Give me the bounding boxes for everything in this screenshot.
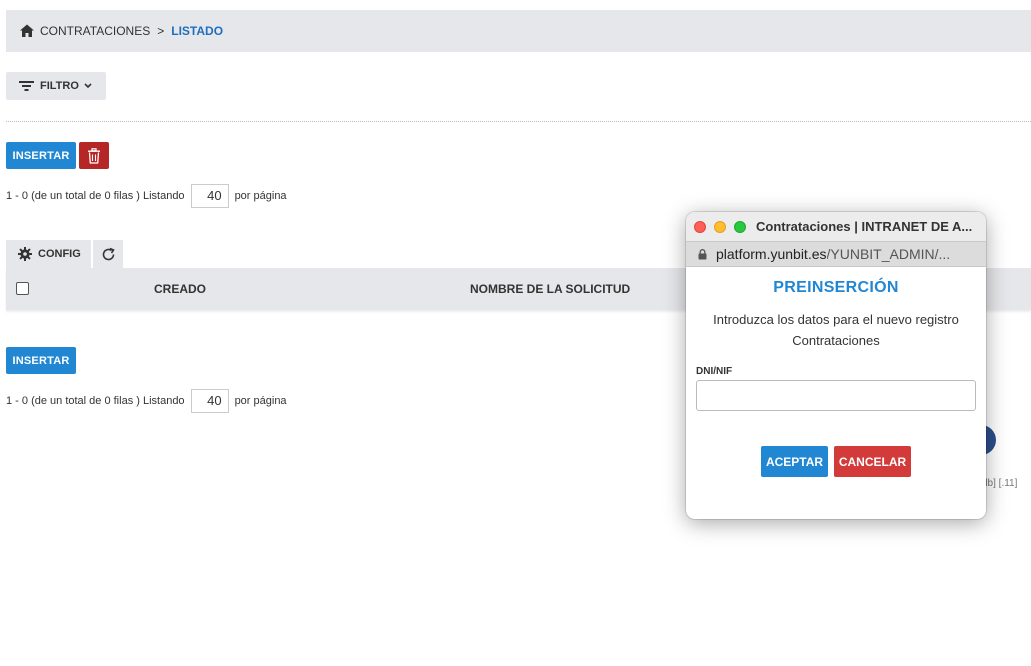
popup-heading: PREINSERCIÓN (773, 279, 899, 296)
breadcrumb-current: LISTADO (171, 24, 224, 38)
section-divider (6, 121, 1031, 122)
refresh-button[interactable] (93, 240, 123, 268)
version-text: db] [.11] (982, 478, 1018, 489)
gear-icon (18, 247, 32, 261)
popup-titlebar[interactable]: Contrataciones | INTRANET DE A... (686, 212, 986, 241)
config-label: CONFIG (38, 248, 81, 260)
url-path: /YUNBIT_ADMIN/... (826, 246, 951, 262)
minimize-window-icon[interactable] (714, 220, 726, 233)
column-header-creado[interactable]: CREADO (154, 282, 206, 296)
filter-label: FILTRO (40, 80, 79, 92)
cancel-button[interactable]: CANCELAR (834, 446, 911, 477)
insert-button-bottom[interactable]: INSERTAR (6, 347, 76, 374)
accept-button[interactable]: ACEPTAR (761, 446, 828, 477)
pagination-summary: 1 - 0 (de un total de 0 filas ) Listando (6, 190, 185, 202)
column-header-nombre[interactable]: NOMBRE DE LA SOLICITUD (470, 282, 630, 296)
popup-window-title: Contrataciones | INTRANET DE A... (756, 219, 973, 234)
insert-button[interactable]: INSERTAR (6, 142, 76, 169)
config-button[interactable]: CONFIG (6, 240, 91, 268)
chevron-down-icon (84, 83, 92, 89)
dni-nif-input[interactable] (696, 380, 976, 411)
per-page-input[interactable]: 40 (190, 184, 229, 208)
trash-icon (88, 147, 100, 164)
close-window-icon[interactable] (694, 220, 706, 233)
pagination-top: 1 - 0 (de un total de 0 filas ) Listando… (6, 184, 287, 208)
popup-description: Introduzca los datos para el nuevo regis… (713, 312, 959, 348)
home-icon[interactable] (19, 23, 35, 39)
filter-button[interactable]: FILTRO (6, 72, 106, 100)
breadcrumb-parent[interactable]: CONTRATACIONES (40, 24, 150, 38)
popup-actions: ACEPTAR CANCELAR (686, 446, 986, 477)
url-host: platform.yunbit.es (716, 246, 827, 262)
dni-field-label: DNI/NIF (696, 366, 733, 377)
per-page-input[interactable]: 40 (190, 389, 229, 413)
popup-url-bar: platform.yunbit.es /YUNBIT_ADMIN/... (686, 241, 986, 267)
refresh-icon (102, 247, 115, 260)
lock-icon (698, 248, 707, 259)
pagination-suffix: por página (234, 190, 287, 202)
pagination-summary: 1 - 0 (de un total de 0 filas ) Listando (6, 395, 185, 407)
breadcrumb: CONTRATACIONES > LISTADO (6, 10, 1031, 52)
pagination-bottom: 1 - 0 (de un total de 0 filas ) Listando… (6, 389, 287, 413)
select-all-checkbox[interactable] (16, 282, 29, 295)
pagination-suffix: por página (234, 395, 287, 407)
delete-button[interactable] (79, 142, 109, 169)
preinsert-popup-window: Contrataciones | INTRANET DE A... platfo… (686, 212, 986, 519)
maximize-window-icon[interactable] (734, 220, 746, 233)
breadcrumb-separator: > (157, 24, 165, 38)
filter-lines-icon (19, 81, 34, 91)
